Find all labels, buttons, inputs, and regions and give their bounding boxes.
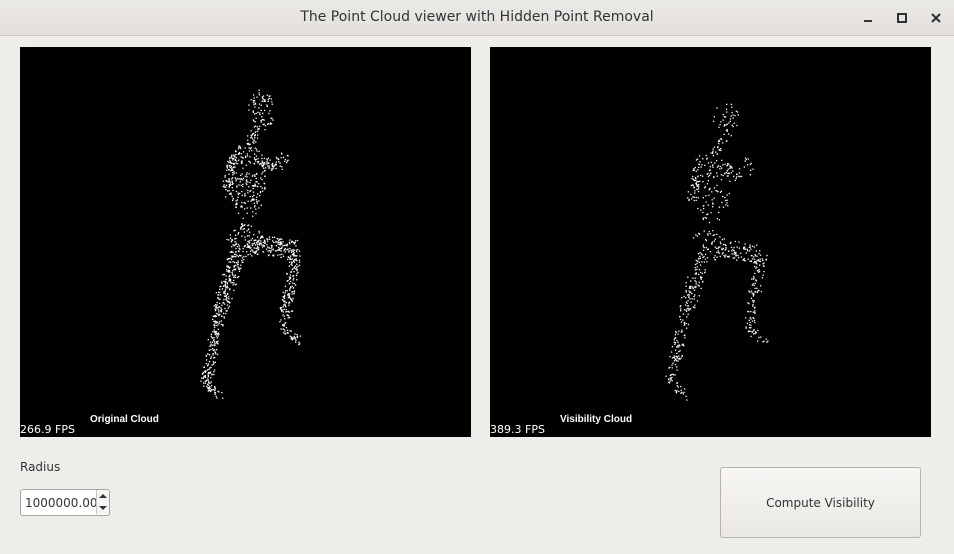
spin-up-button[interactable] [96,490,109,502]
app-window: The Point Cloud viewer with Hidden Point… [0,0,954,554]
visibility-point-cloud [665,103,769,401]
minimize-icon [864,20,872,22]
window-title: The Point Cloud viewer with Hidden Point… [300,9,654,25]
visibility-cloud-viewport[interactable]: 389.3 FPS Visibility Cloud [490,47,931,437]
radius-spinbox[interactable] [20,489,110,516]
spin-down-button[interactable] [96,502,109,514]
compute-visibility-button[interactable]: Compute Visibility [720,467,921,538]
arrow-up-icon [99,494,107,498]
viewport-label: Visibility Cloud [560,414,633,425]
original-point-cloud [200,89,302,399]
radius-input[interactable] [21,490,97,515]
minimize-button[interactable] [858,8,878,28]
fps-counter: 389.3 FPS [490,423,545,436]
maximize-button[interactable] [892,8,912,28]
maximize-icon [897,13,907,23]
close-button[interactable] [926,8,946,28]
title-bar[interactable]: The Point Cloud viewer with Hidden Point… [0,0,954,36]
original-cloud-viewport[interactable]: 266.9 FPS Original Cloud [20,47,471,437]
radius-label: Radius [20,460,61,474]
viewport-label: Original Cloud [90,414,159,425]
fps-counter: 266.9 FPS [20,423,75,436]
arrow-down-icon [99,506,107,510]
close-icon [931,13,941,23]
